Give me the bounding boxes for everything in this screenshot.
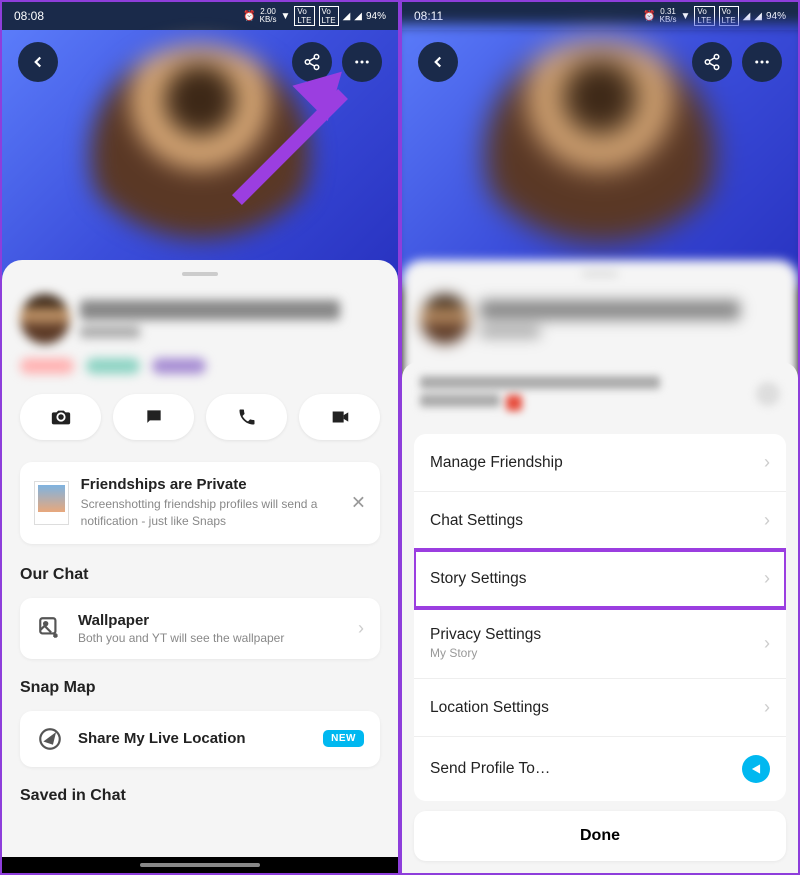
alarm-icon: ⏰: [243, 11, 255, 22]
phone-right: 08:11 ⏰ 0.31 KB/s ▼ VoLTE VoLTE ◢ ◢ 94%: [402, 2, 798, 873]
more-button[interactable]: [342, 42, 382, 82]
section-our-chat: Our Chat: [2, 552, 398, 592]
wallpaper-icon: [36, 614, 64, 642]
status-bar: 08:08 ⏰ 2.00 KB/s ▼ VoLTE VoLTE ◢ ◢ 94%: [2, 2, 398, 30]
done-button[interactable]: Done: [414, 811, 786, 861]
camera-button[interactable]: [20, 394, 101, 440]
menu-privacy-settings[interactable]: Privacy Settings My Story ›: [414, 608, 786, 679]
badge-row: [2, 352, 398, 380]
signal-icon-2: ◢: [354, 11, 362, 22]
overlay: Manage Friendship › Chat Settings › Stor…: [402, 2, 798, 873]
sheet-header-blurred: [402, 362, 798, 426]
nav-bar: [2, 857, 398, 873]
share-location-title: Share My Live Location: [78, 730, 309, 747]
privacy-info-card: Friendships are Private Screenshotting f…: [20, 462, 380, 544]
phone-left: 08:08 ⏰ 2.00 KB/s ▼ VoLTE VoLTE ◢ ◢ 94%: [2, 2, 398, 873]
call-button[interactable]: [206, 394, 287, 440]
menu-story-settings[interactable]: Story Settings ›: [414, 550, 786, 608]
info-subtitle: Screenshotting friendship profiles will …: [81, 496, 366, 530]
chat-button[interactable]: [113, 394, 194, 440]
profile-card: Friendships are Private Screenshotting f…: [2, 260, 398, 857]
section-saved: Saved in Chat: [2, 773, 398, 813]
chevron-right-icon: ›: [764, 697, 770, 718]
wifi-icon: ▼: [281, 11, 291, 22]
lte-icon: VoLTE: [294, 6, 314, 26]
location-icon: [36, 725, 64, 753]
signal-icon: ◢: [343, 11, 351, 22]
wallpaper-title: Wallpaper: [78, 612, 344, 629]
profile-avatar-small: [20, 294, 70, 344]
new-badge: NEW: [323, 730, 364, 747]
menu-chat-settings[interactable]: Chat Settings ›: [414, 492, 786, 550]
drag-handle[interactable]: [182, 272, 218, 276]
chevron-right-icon: ›: [764, 510, 770, 531]
info-title: Friendships are Private: [81, 476, 366, 493]
wallpaper-subtitle: Both you and YT will see the wallpaper: [78, 631, 344, 645]
profile-row: [2, 286, 398, 352]
chevron-right-icon: ›: [764, 568, 770, 589]
share-location-item[interactable]: Share My Live Location NEW: [20, 711, 380, 767]
send-icon: [742, 755, 770, 783]
sheet-close-button[interactable]: [756, 382, 780, 406]
action-buttons: [2, 380, 398, 454]
lte-icon-2: VoLTE: [319, 6, 339, 26]
bottom-sheet: Manage Friendship › Chat Settings › Stor…: [402, 362, 798, 873]
menu-list: Manage Friendship › Chat Settings › Stor…: [414, 434, 786, 801]
battery-pct: 94%: [366, 11, 386, 22]
menu-location-settings[interactable]: Location Settings ›: [414, 679, 786, 737]
polaroid-icon: [34, 481, 69, 525]
badge-blurred: [152, 358, 206, 374]
menu-manage-friendship[interactable]: Manage Friendship ›: [414, 434, 786, 492]
chevron-right-icon: ›: [764, 633, 770, 654]
status-time: 08:08: [14, 9, 44, 23]
chevron-right-icon: ›: [358, 618, 364, 639]
close-icon[interactable]: ✕: [351, 492, 366, 513]
profile-name-blurred: [80, 300, 340, 320]
heart-icon: [506, 395, 522, 411]
wallpaper-item[interactable]: Wallpaper Both you and YT will see the w…: [20, 598, 380, 659]
section-snap-map: Snap Map: [2, 665, 398, 705]
menu-send-profile[interactable]: Send Profile To…: [414, 737, 786, 801]
annotation-arrow: [193, 87, 343, 101]
profile-username-blurred: [80, 326, 140, 338]
badge-blurred: [20, 358, 74, 374]
chevron-right-icon: ›: [764, 452, 770, 473]
video-button[interactable]: [299, 394, 380, 440]
status-right: ⏰ 2.00 KB/s ▼ VoLTE VoLTE ◢ ◢ 94%: [243, 6, 386, 26]
badge-blurred: [86, 358, 140, 374]
back-button[interactable]: [18, 42, 58, 82]
